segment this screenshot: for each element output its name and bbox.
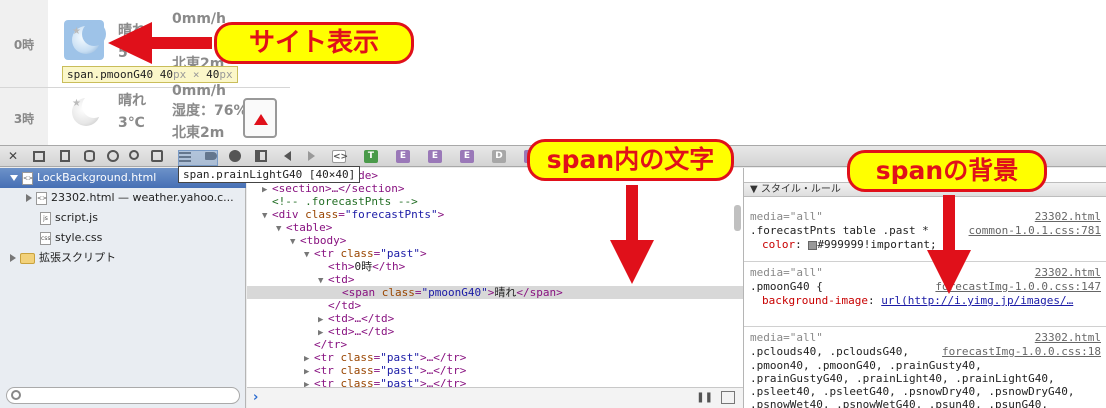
screenshot: { "weather": { "rows": [ {"hour": "0時", … bbox=[0, 0, 1106, 408]
callout-span-text: span内の文字 bbox=[527, 139, 734, 181]
arrow-left-shaft bbox=[150, 37, 212, 49]
arrow-down-shaft-1 bbox=[626, 185, 638, 245]
arrow-left-head bbox=[108, 22, 152, 64]
arrow-down-head-1 bbox=[610, 240, 654, 284]
callout-span-bg: spanの背景 bbox=[847, 150, 1047, 192]
callout-site-display: サイト表示 bbox=[214, 22, 414, 64]
arrow-down-shaft-2 bbox=[943, 195, 955, 255]
arrow-down-head-2 bbox=[927, 250, 971, 294]
annotation-arrows bbox=[108, 22, 971, 294]
